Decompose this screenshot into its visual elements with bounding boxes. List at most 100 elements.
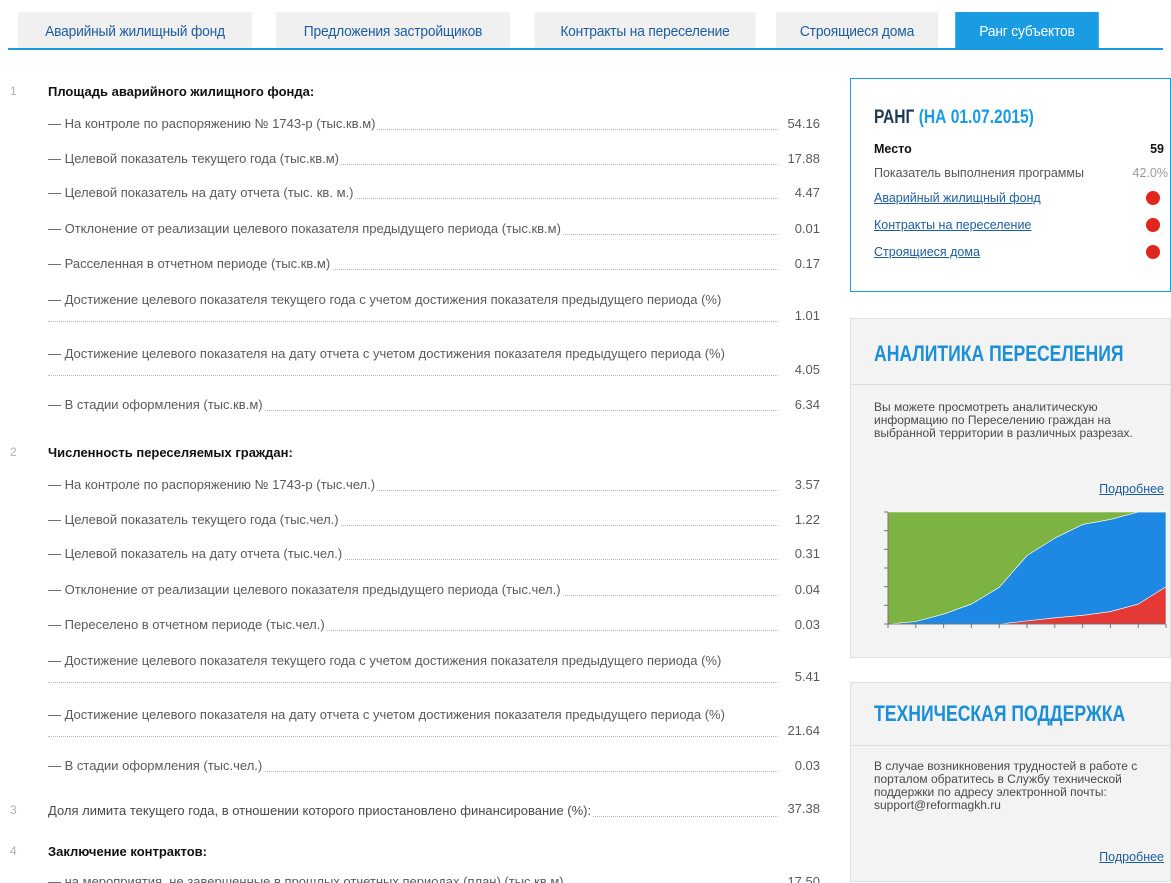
indicator-row: — Достижение целевого показателя на дату… (48, 707, 820, 741)
indicator-value: 54.16 (785, 116, 820, 131)
indicator-row: — На контроле по распоряжению № 1743-р (… (48, 116, 820, 131)
section-number: 3 (10, 803, 17, 817)
indicator-value: 4.05 (792, 362, 820, 377)
indicator-label: — Достижение целевого показателя на дату… (48, 707, 738, 723)
indicator-value: 6.34 (792, 397, 820, 412)
tab-bar: Аварийный жилищный фонд Предложения заст… (0, 0, 1171, 50)
section-number: 4 (10, 844, 17, 858)
tab-developer-offers[interactable]: Предложения застройщиков (276, 12, 510, 50)
analytics-more-link[interactable]: Подробнее (1099, 482, 1164, 496)
indicator-label: — Отклонение от реализации целевого пока… (48, 221, 563, 236)
analytics-chart-svg (884, 511, 1167, 628)
indicator-row: — Целевой показатель текущего года (тыс.… (48, 151, 820, 166)
support-title: ТЕХНИЧЕСКАЯ ПОДДЕРЖКА (874, 701, 1126, 726)
indicator-row: — Отклонение от реализации целевого пока… (48, 582, 820, 597)
analytics-panel: АНАЛИТИКА ПЕРЕСЕЛЕНИЯ Вы можете просмотр… (850, 318, 1171, 658)
analytics-title: АНАЛИТИКА ПЕРЕСЕЛЕНИЯ (874, 341, 1124, 366)
indicator-row: — Целевой показатель на дату отчета (тыс… (48, 546, 820, 561)
indicator-row: — Целевой показатель на дату отчета (тыс… (48, 185, 820, 200)
rank-link-row: Аварийный жилищный фонд (874, 191, 1164, 205)
indicator-label: — Переселено в отчетном периоде (тыс.чел… (48, 617, 327, 632)
rank-link-row: Строящиеся дома (874, 245, 1164, 259)
dotted-leader (48, 682, 778, 683)
section-title: Площадь аварийного жилищного фонда: (48, 84, 315, 99)
rank-title: РАНГ (НА 01.07.2015) (874, 107, 1034, 129)
tab-underline (8, 48, 1163, 50)
indicator-row: — на мероприятия, не завершенные в прошл… (48, 874, 820, 883)
analytics-text: Вы можете просмотреть аналитическую инфо… (874, 400, 1133, 440)
rank-title-text: РАНГ (874, 107, 915, 128)
indicator-value: 0.04 (792, 582, 820, 597)
tab-houses-under-construction[interactable]: Строящиеся дома (776, 12, 938, 50)
indicator-label: — В стадии оформления (тыс.кв.м) (48, 397, 265, 412)
rank-progress-row: Показатель выполнения программы 42.0% (874, 166, 1168, 180)
analytics-chart (874, 504, 1170, 639)
rank-link-resettlement-contracts[interactable]: Контракты на переселение (874, 218, 1031, 232)
indicator-row: — Достижение целевого показателя на дату… (48, 346, 820, 380)
indicator-label: — Целевой показатель текущего года (тыс.… (48, 512, 341, 527)
indicator-row: — Отклонение от реализации целевого пока… (48, 221, 820, 236)
indicator-label: — Целевой показатель на дату отчета (тыс… (48, 185, 356, 200)
rank-link-row: Контракты на переселение (874, 218, 1164, 232)
dotted-leader (48, 375, 778, 376)
indicator-value: 21.64 (785, 723, 820, 738)
indicator-row: Доля лимита текущего года, в отношении к… (48, 801, 820, 818)
indicator-value: 4.47 (792, 185, 820, 200)
indicator-value: 3.57 (792, 477, 820, 492)
indicator-value: 0.03 (792, 758, 820, 773)
indicator-label: — Целевой показатель текущего года (тыс.… (48, 151, 342, 166)
indicator-row: — Переселено в отчетном периоде (тыс.чел… (48, 617, 820, 632)
indicator-value: 17.88 (785, 151, 820, 166)
support-panel: ТЕХНИЧЕСКАЯ ПОДДЕРЖКА В случае возникнов… (850, 682, 1171, 882)
indicator-value: 0.01 (792, 221, 820, 236)
section-title: Доля лимита текущего года, в отношении к… (48, 803, 594, 818)
tab-resettlement-contracts[interactable]: Контракты на переселение (534, 12, 756, 50)
tab-emergency-housing[interactable]: Аварийный жилищный фонд (18, 12, 252, 50)
indicator-label: — Достижение целевого показателя текущег… (48, 653, 738, 669)
rank-place-value: 59 (1150, 142, 1164, 156)
support-text: В случае возникновения трудностей в рабо… (874, 759, 1138, 812)
indicator-row: — Целевой показатель текущего года (тыс.… (48, 512, 820, 527)
indicator-row: — В стадии оформления (тыс.кв.м) 6.34 (48, 397, 820, 412)
indicator-label: — Расселенная в отчетном периоде (тыс.кв… (48, 256, 333, 271)
section-title: Заключение контрактов: (48, 844, 207, 859)
rank-link-emergency-housing[interactable]: Аварийный жилищный фонд (874, 191, 1041, 205)
divider (851, 745, 1170, 746)
rank-place-label: Место (874, 142, 912, 156)
indicator-row: — Расселенная в отчетном периоде (тыс.кв… (48, 256, 820, 271)
rank-place-row: Место 59 (874, 142, 1164, 156)
tab-subject-rank[interactable]: Ранг субъектов (955, 12, 1099, 50)
indicator-value: 1.01 (792, 308, 820, 323)
indicator-label: — Целевой показатель на дату отчета (тыс… (48, 546, 345, 561)
indicator-row: — Достижение целевого показателя текущег… (48, 653, 820, 687)
indicator-label: — Достижение целевого показателя текущег… (48, 292, 738, 308)
indicator-label: — В стадии оформления (тыс.чел.) (48, 758, 265, 773)
support-more-link[interactable]: Подробнее (1099, 850, 1164, 864)
section-number: 1 (10, 84, 17, 98)
indicator-label: — Отклонение от реализации целевого пока… (48, 582, 563, 597)
indicator-label: — На контроле по распоряжению № 1743-р (… (48, 477, 378, 492)
rank-panel: РАНГ (НА 01.07.2015) Место 59 Показатель… (850, 78, 1171, 292)
status-red-icon (1146, 191, 1160, 205)
indicator-value: 17.50 (785, 874, 820, 883)
indicator-label: — Достижение целевого показателя на дату… (48, 346, 738, 362)
indicator-value: 1.22 (792, 512, 820, 527)
indicator-value: 5.41 (792, 669, 820, 684)
indicator-row: — На контроле по распоряжению № 1743-р (… (48, 477, 820, 492)
dotted-leader (48, 321, 778, 322)
rank-progress-label: Показатель выполнения программы (874, 166, 1084, 180)
status-red-icon (1146, 245, 1160, 259)
indicator-row: — В стадии оформления (тыс.чел.) 0.03 (48, 758, 820, 773)
section-number: 2 (10, 445, 17, 459)
indicator-label: — На контроле по распоряжению № 1743-р (… (48, 116, 378, 131)
indicator-value: 0.03 (792, 617, 820, 632)
status-red-icon (1146, 218, 1160, 232)
indicator-value: 0.17 (792, 256, 820, 271)
section-title: Численность переселяемых граждан: (48, 445, 293, 460)
rank-date: (НА 01.07.2015) (918, 107, 1034, 128)
rank-progress-value: 42.0% (1132, 166, 1168, 180)
indicator-value: 37.38 (785, 801, 820, 816)
rank-link-houses-under-construction[interactable]: Строящиеся дома (874, 245, 980, 259)
indicator-value: 0.31 (792, 546, 820, 561)
indicator-label: — на мероприятия, не завершенные в прошл… (48, 874, 566, 883)
